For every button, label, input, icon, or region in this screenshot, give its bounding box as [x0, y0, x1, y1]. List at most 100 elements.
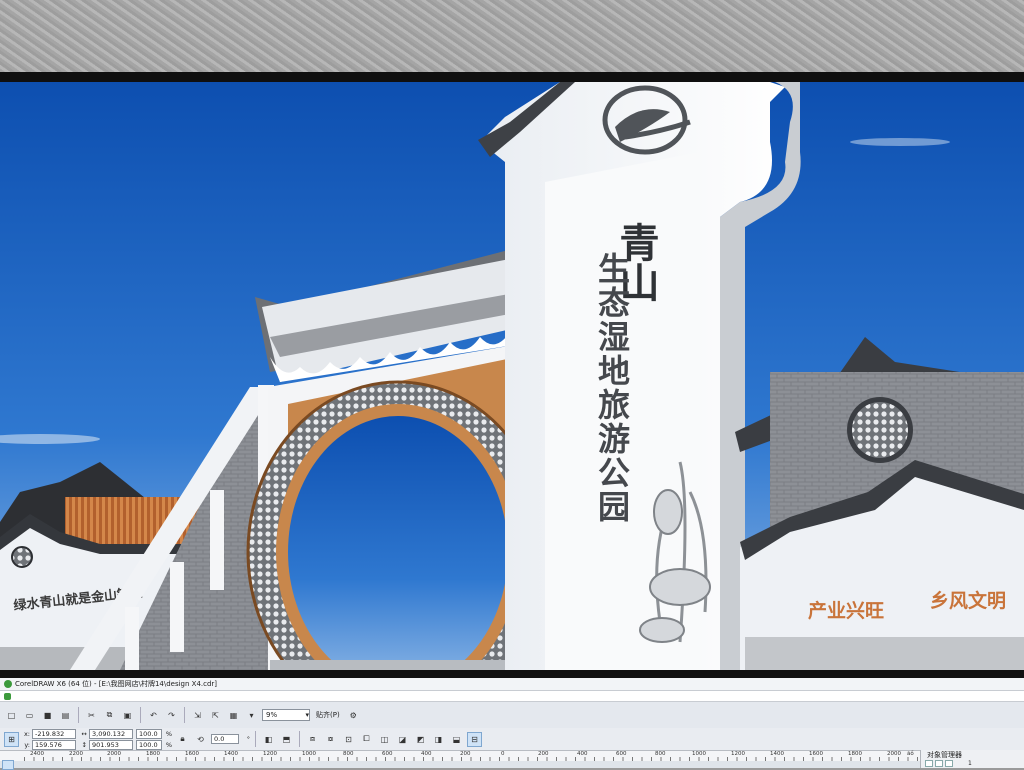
ruler-label: 800	[343, 751, 354, 757]
scale-y-input[interactable]: 100.0	[136, 739, 162, 750]
ruler-label: 2000	[887, 751, 901, 757]
publish-icon[interactable]: ▦	[226, 708, 241, 723]
y-position-input[interactable]: 159.576 mm	[32, 739, 76, 757]
new-icon[interactable]: □	[4, 708, 19, 723]
size-fields: ↔ 3,090.132 mm ↕ 901.953 mm	[79, 728, 133, 757]
height-input[interactable]: 901.953 mm	[89, 739, 133, 757]
simplify-icon[interactable]: ◩	[413, 732, 428, 747]
undo-icon[interactable]: ↶	[146, 708, 161, 723]
object-manager-docker[interactable]: 对象管理器	[920, 750, 1024, 768]
snap-to-menu[interactable]: 贴齐(P)	[313, 710, 343, 720]
ruler-label: ăő	[907, 751, 914, 757]
width-input[interactable]: 3,090.132 mm	[89, 728, 133, 746]
x-label: x:	[23, 729, 30, 738]
ruler-label: 1000	[692, 751, 706, 757]
ruler-label: 1600	[185, 751, 199, 757]
paste-icon[interactable]: ▣	[120, 708, 135, 723]
lock-ratio-icon[interactable]: 🔒︎	[175, 732, 190, 747]
document-icon[interactable]	[4, 692, 11, 700]
ruler-label: 1800	[146, 751, 160, 757]
scale-fields: 100.0 % 100.0 %	[136, 728, 172, 750]
percent-label: %	[165, 729, 172, 738]
cut-icon[interactable]: ✂	[84, 708, 99, 723]
ruler-label: 600	[616, 751, 627, 757]
toolbar-separator	[184, 707, 185, 723]
layer-icon[interactable]	[945, 760, 953, 767]
toolbar-separator	[299, 731, 300, 747]
ruler-label: 1000	[302, 751, 316, 757]
save-icon[interactable]: ■	[40, 708, 55, 723]
percent-label: %	[165, 740, 172, 749]
ruler-label: 2000	[107, 751, 121, 757]
menu-bar	[0, 691, 1024, 702]
coreldraw-window: CorelDRAW X6 (64 位) - [E:\我图网店\村牌14\desi…	[0, 678, 1024, 770]
import-icon[interactable]: ⇲	[190, 708, 205, 723]
ruler-label: 400	[577, 751, 588, 757]
export-icon[interactable]: ⇱	[208, 708, 223, 723]
mirror-horizontal-icon[interactable]: ◧	[261, 732, 276, 747]
zoom-dropdown-icon: ▾	[305, 711, 309, 719]
toolbar-separator	[78, 707, 79, 723]
intersect-icon[interactable]: ◪	[395, 732, 410, 747]
rotation-angle-input[interactable]: 0.0	[211, 734, 239, 744]
ruler-label: 1400	[770, 751, 784, 757]
ruler-label: 1800	[848, 751, 862, 757]
page-number: 1	[968, 760, 972, 767]
rotate-icon[interactable]: ⟲	[193, 732, 208, 747]
right-wall-slogan-1: 产业兴旺	[808, 599, 884, 622]
object-manager-title: 对象管理器	[927, 751, 962, 759]
ruler-label: 200	[460, 751, 471, 757]
height-icon: ↕	[81, 740, 87, 749]
weld-icon[interactable]: ⧠	[359, 732, 374, 747]
position-fields: x: -219.832 mm y: 159.576 mm	[22, 728, 76, 757]
redo-icon[interactable]: ↷	[164, 708, 179, 723]
copy-icon[interactable]: ⧉	[102, 708, 117, 723]
ruler-label: 1600	[809, 751, 823, 757]
zoom-level-select[interactable]: 9% ▾	[262, 709, 310, 721]
ungroup-icon[interactable]: ⧇	[323, 732, 338, 747]
object-manager-controls	[925, 760, 953, 767]
tower-subtitle: 生态湿地旅游公园	[593, 252, 631, 524]
ruler-label: 1200	[263, 751, 277, 757]
horizontal-ruler[interactable]: 2400 2200 2000 1800 1600 1400 1200 1000 …	[0, 750, 920, 761]
title-bar: CorelDRAW X6 (64 位) - [E:\我图网店\村牌14\desi…	[0, 678, 1024, 691]
ruler-label: 400	[421, 751, 432, 757]
width-icon: ↔	[81, 729, 87, 738]
ruler-label: 600	[382, 751, 393, 757]
ruler-label: 2200	[69, 751, 83, 757]
layer-icon[interactable]	[935, 760, 943, 767]
mirror-vertical-icon[interactable]: ⬒	[279, 732, 294, 747]
degree-label: °	[246, 735, 250, 743]
group-icon[interactable]: ⧈	[305, 732, 320, 747]
print-icon[interactable]: ▤	[58, 708, 73, 723]
trim-icon[interactable]: ◫	[377, 732, 392, 747]
coreldraw-logo-icon	[4, 680, 12, 688]
object-origin-icon[interactable]: ⊞	[4, 731, 19, 747]
x-position-input[interactable]: -219.832 mm	[32, 728, 76, 746]
pick-tool-icon[interactable]	[2, 760, 14, 770]
open-icon[interactable]: ▭	[22, 708, 37, 723]
toolbar-separator	[140, 707, 141, 723]
app-launcher-icon[interactable]: ▾	[244, 708, 259, 723]
back-minus-front-icon[interactable]: ⬓	[449, 732, 464, 747]
viewport-bottom-edge	[0, 670, 1024, 678]
combine-icon[interactable]: ⊡	[341, 732, 356, 747]
align-distribute-icon[interactable]: ⊟	[467, 731, 482, 747]
ruler-label: 2400	[30, 751, 44, 757]
ruler-label: 1400	[224, 751, 238, 757]
toolbar-separator	[255, 731, 256, 747]
right-wall-slogan-2: 乡风文明	[930, 589, 1006, 612]
ruler-label: 0	[501, 751, 505, 757]
layer-icon[interactable]	[925, 760, 933, 767]
top-black-border	[0, 72, 1024, 82]
scale-x-input[interactable]: 100.0	[136, 728, 162, 739]
options-icon[interactable]: ⚙	[346, 708, 361, 723]
standard-toolbar: □ ▭ ■ ▤ ✂ ⧉ ▣ ↶ ↷ ⇲ ⇱ ▦ ▾ 9% ▾ 贴齐(P) ⚙	[0, 702, 1024, 728]
ruler-label: 800	[655, 751, 666, 757]
window-title: CorelDRAW X6 (64 位) - [E:\我图网店\村牌14\desi…	[15, 680, 218, 688]
front-minus-back-icon[interactable]: ◨	[431, 732, 446, 747]
ruler-label: 1200	[731, 751, 745, 757]
archway-render: 绿水青山就是金山银山 青山 生态湿地旅游公园 产业兴旺 乡风文明	[0, 82, 1024, 670]
top-texture-background	[0, 0, 1024, 72]
property-bar: ⊞ x: -219.832 mm y: 159.576 mm ↔ 3,090.1…	[0, 728, 1024, 757]
